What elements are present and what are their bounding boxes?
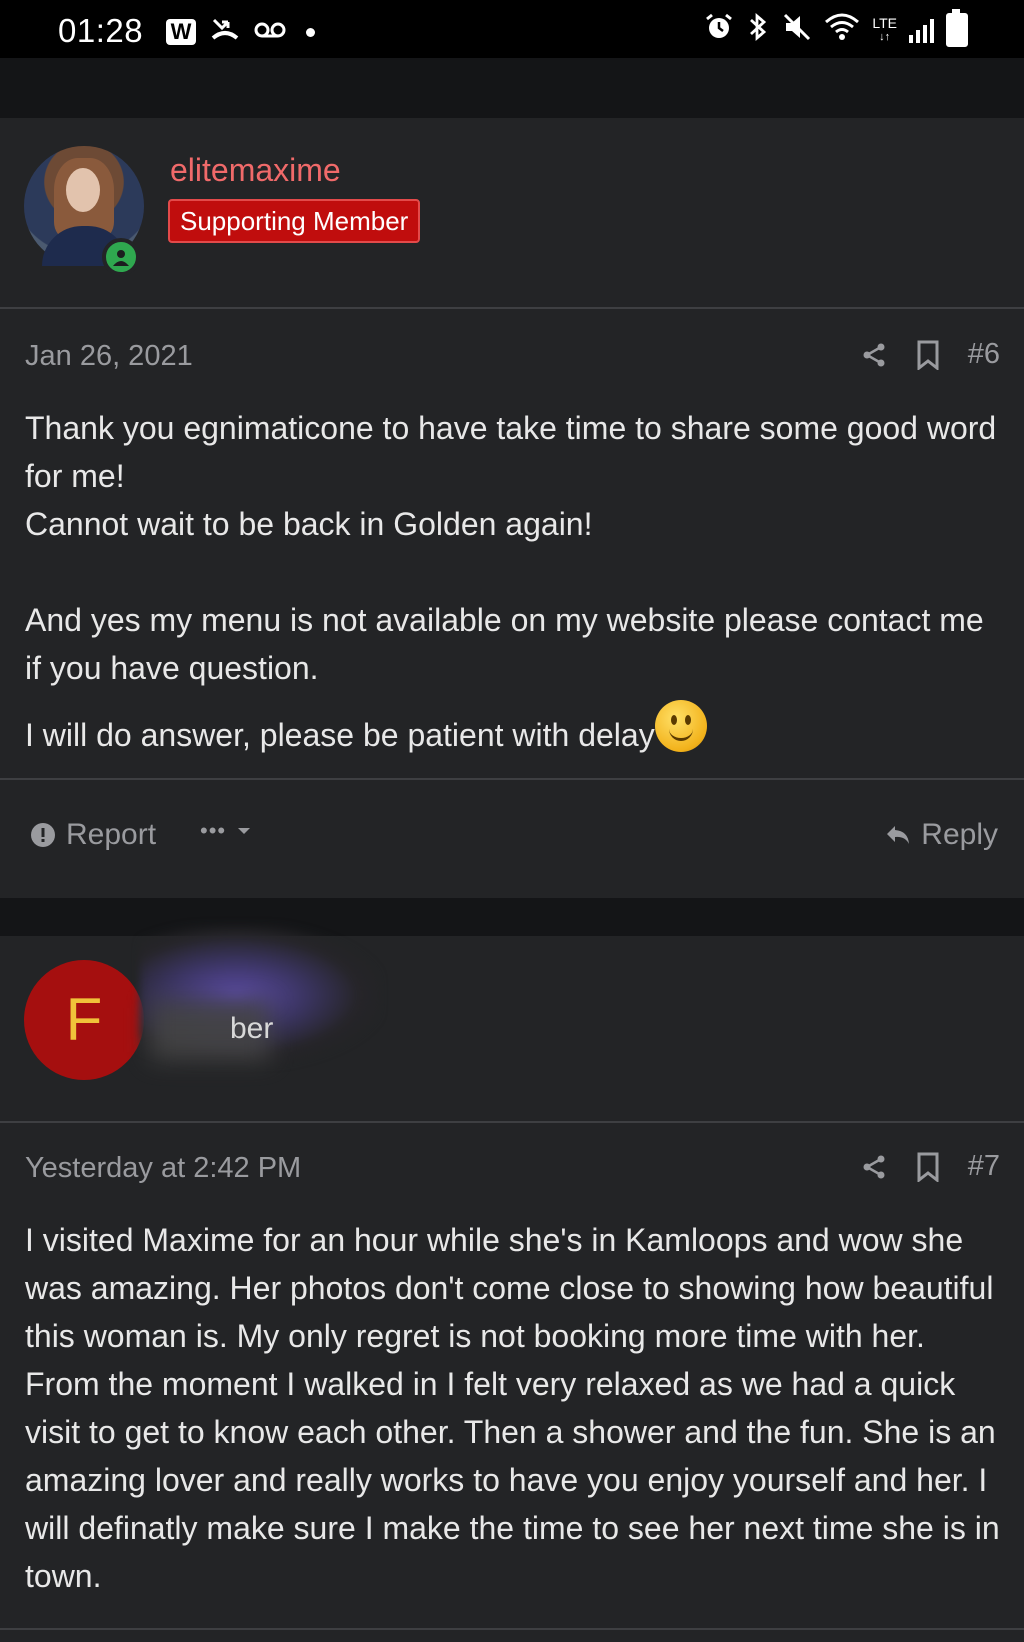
user-badge: Supporting Member (168, 199, 421, 243)
lte-icon: LTE ↓↑ (872, 14, 897, 43)
message-line (25, 548, 1005, 596)
status-right-icons: LTE ↓↑ (704, 8, 968, 47)
post-date[interactable]: Jan 26, 2021 (25, 340, 193, 373)
share-icon[interactable] (860, 341, 888, 369)
message-line-with-emoji: I will do answer, please be patient with… (25, 700, 1005, 759)
post-message: I visited Maxime for an hour while she's… (25, 1216, 1005, 1600)
chevron-down-icon (238, 828, 251, 834)
status-left-icons: W (166, 14, 315, 50)
user-badge: ber (230, 1012, 274, 1045)
post-username[interactable]: elitemaxime (170, 152, 341, 189)
status-time: 01:28 (58, 12, 144, 49)
signal-icon (909, 17, 934, 43)
reply-label: Reply (921, 818, 998, 851)
more-options-button[interactable]: ••• (200, 818, 252, 844)
reply-icon (887, 826, 910, 844)
post-tools: #7 (860, 1150, 1000, 1183)
message-line: And yes my menu is not available on my w… (25, 602, 984, 686)
mute-icon (782, 12, 812, 47)
section-gap (0, 58, 1024, 118)
voicemail-icon (254, 20, 286, 45)
missed-call-icon (210, 14, 240, 50)
message-line: Thank you egnimaticone to have take time… (25, 410, 997, 494)
post-message: Thank you egnimaticone to have take time… (25, 404, 1005, 759)
post-tools: #6 (860, 338, 1000, 371)
app-notification-icon: W (166, 19, 196, 45)
bluetooth-icon (746, 12, 770, 47)
bookmark-icon[interactable] (916, 340, 940, 370)
alert-icon (31, 823, 55, 847)
notification-dot-icon (306, 27, 315, 37)
post-actions: Report ••• Reply (0, 800, 1024, 870)
divider (0, 1628, 1024, 1630)
message-line: Cannot wait to be back in Golden again! (25, 506, 593, 542)
message-line: I will do answer, please be patient with… (25, 717, 655, 753)
avatar[interactable]: F (24, 960, 144, 1080)
smiley-emoji-icon (654, 700, 707, 752)
reply-button[interactable]: Reply (885, 818, 998, 852)
online-status-icon (102, 238, 140, 276)
post-number[interactable]: #7 (968, 1150, 1000, 1183)
post-date[interactable]: Yesterday at 2:42 PM (25, 1152, 301, 1185)
message-body: I visited Maxime for an hour while she's… (25, 1222, 1000, 1594)
post-author-header (0, 118, 1024, 308)
alarm-icon (704, 12, 734, 47)
post-number[interactable]: #6 (968, 338, 1000, 371)
status-bar: 01:28 W LTE ↓↑ (0, 0, 1024, 58)
wifi-icon (824, 12, 860, 47)
bookmark-icon[interactable] (916, 1152, 940, 1182)
more-dots-icon: ••• (200, 818, 227, 843)
battery-icon (946, 8, 968, 47)
report-label: Report (66, 818, 157, 851)
report-button[interactable]: Report (30, 818, 156, 852)
share-icon[interactable] (860, 1153, 888, 1181)
